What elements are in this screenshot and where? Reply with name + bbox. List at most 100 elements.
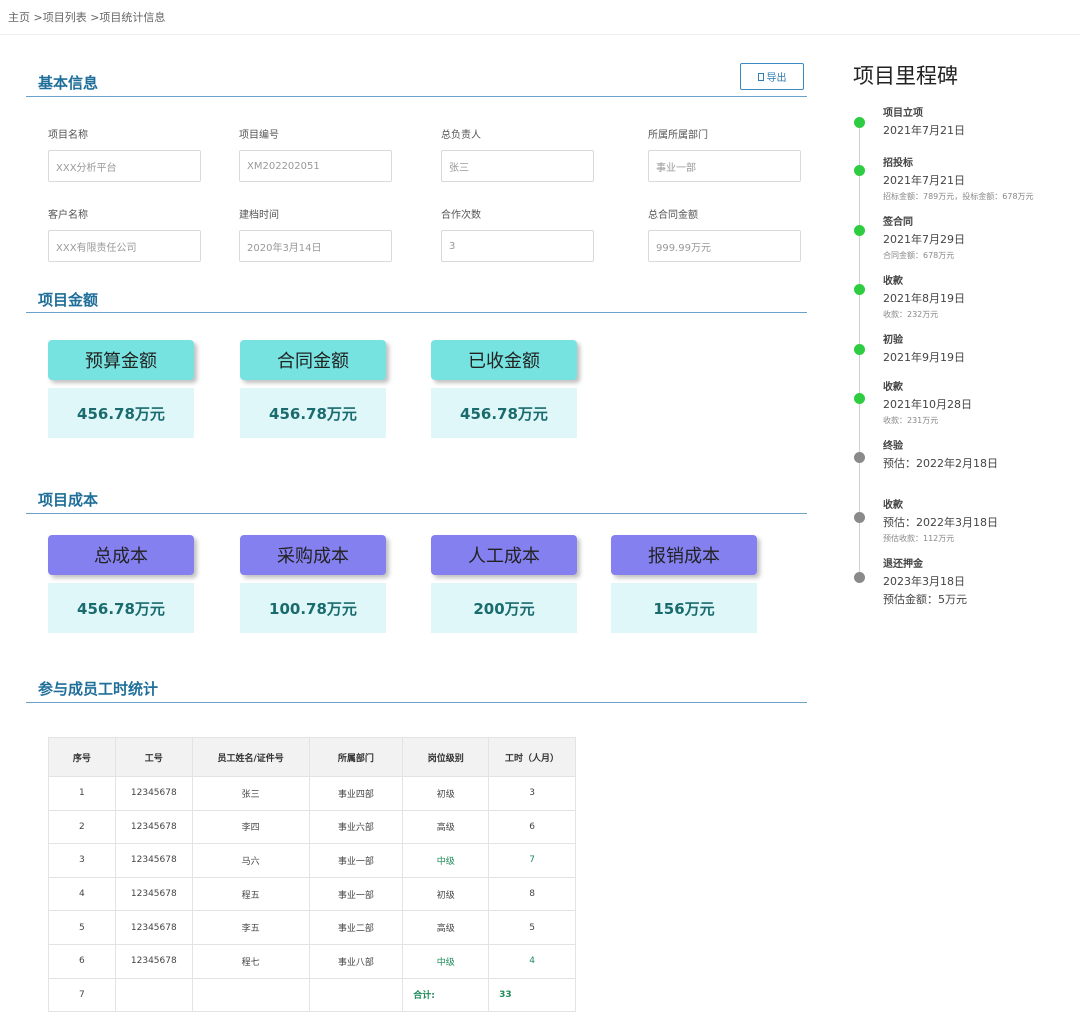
table-row[interactable]: 4 12345678 程五 事业一部 初级 8 (48, 876, 576, 912)
card-label: 报销成本 (611, 535, 757, 575)
cell: 12345678 (114, 910, 193, 945)
milestone-name: 退还押金 (883, 559, 923, 570)
cell: 7 (48, 977, 116, 1013)
milestone-name: 招投标 (883, 158, 913, 169)
cell: 程五 (191, 876, 310, 912)
cell: 事业六部 (308, 809, 404, 845)
milestones-title: 项目里程碑 (853, 64, 958, 88)
cell (114, 977, 193, 1013)
reimbursement-cost-card: 报销成本 156万元 (611, 535, 757, 633)
table-row[interactable]: 1 12345678 张三 事业四部 初级 3 (48, 776, 576, 811)
field-total-contract: 总合同金额 999.99万元 (648, 206, 801, 262)
col-header-department: 所属部门 (308, 737, 404, 777)
field-created-date: 建档时间 2020年3月14日 (239, 206, 392, 262)
milestone-date: 预估：2022年3月18日 (883, 516, 998, 529)
card-label: 采购成本 (240, 535, 386, 575)
owner-input[interactable]: 张三 (441, 150, 594, 182)
cell: 3 (48, 843, 116, 878)
table-row[interactable]: 6 12345678 程七 事业八部 中级 4 (48, 943, 576, 979)
amounts-divider (26, 312, 807, 313)
cell: 2 (48, 809, 116, 845)
field-label: 项目编号 (239, 130, 279, 141)
cell: 12345678 (114, 843, 193, 878)
export-icon (757, 72, 764, 81)
col-header-index: 序号 (48, 737, 116, 777)
field-label: 项目名称 (48, 130, 88, 141)
milestone-note: 合同金额：678万元 (883, 251, 955, 260)
milestone-note: 收款：231万元 (883, 416, 939, 425)
field-label: 总负责人 (441, 130, 481, 141)
field-label: 客户名称 (48, 210, 88, 221)
cooperation-count-input[interactable]: 3 (441, 230, 594, 262)
cell: 初级 (402, 876, 490, 912)
table-row[interactable]: 2 12345678 李四 事业六部 高级 6 (48, 809, 576, 845)
card-label: 总成本 (48, 535, 194, 575)
staff-title: 参与成员工时统计 (38, 680, 159, 698)
contract-amount-card: 合同金额 456.78万元 (240, 340, 386, 438)
cell: 12345678 (114, 809, 193, 845)
export-button[interactable]: 导出 (740, 63, 804, 90)
table-row[interactable]: 3 12345678 马六 事业一部 中级 7 (48, 843, 576, 878)
milestone-note: 收款：232万元 (883, 310, 939, 319)
cell: 12345678 (114, 943, 193, 979)
field-cooperation-count: 合作次数 3 (441, 206, 594, 262)
breadcrumb-list[interactable]: >项目列表 (34, 11, 87, 24)
card-label: 合同金额 (240, 340, 386, 380)
cell: 事业一部 (308, 876, 404, 912)
client-name-input[interactable]: XXX有限责任公司 (48, 230, 201, 262)
export-button-label: 导出 (766, 73, 787, 84)
cell: 高级 (402, 809, 490, 845)
milestone-note: 预估收款：112万元 (883, 534, 955, 543)
total-contract-input[interactable]: 999.99万元 (648, 230, 801, 262)
department-input[interactable]: 事业一部 (648, 150, 801, 182)
col-header-level: 岗位级别 (402, 737, 490, 777)
cell: 4 (488, 943, 576, 979)
breadcrumb-current: >项目统计信息 (90, 11, 166, 24)
labor-cost-card: 人工成本 200万元 (431, 535, 577, 633)
milestone-name: 终验 (883, 441, 903, 452)
milestone-done-dot-icon (854, 344, 865, 355)
card-value: 100.78万元 (240, 583, 386, 633)
breadcrumb-home[interactable]: 主页 (8, 11, 30, 24)
cell: 1 (48, 776, 116, 811)
cell: 事业二部 (308, 910, 404, 945)
table-total-row: 7 合计: 33 (48, 977, 576, 1013)
milestone-date: 2021年10月28日 (883, 398, 972, 411)
project-code-input[interactable]: XM202202051 (239, 150, 392, 182)
milestone-done-dot-icon (854, 393, 865, 404)
total-value: 33 (488, 977, 576, 1013)
card-value: 456.78万元 (48, 388, 194, 438)
staff-hours-table: 序号 工号 员工姓名/证件号 所属部门 岗位级别 工时（人月） 1 123456… (48, 737, 576, 1013)
cell: 6 (488, 809, 576, 845)
card-value: 456.78万元 (48, 583, 194, 633)
field-department: 所属所属部门 事业一部 (648, 126, 801, 182)
milestone-date: 2021年7月21日 (883, 174, 965, 187)
field-label: 所属所属部门 (648, 130, 708, 141)
milestone-name: 签合同 (883, 217, 913, 228)
basic-info-title: 基本信息 (38, 74, 99, 92)
cell: 8 (488, 876, 576, 912)
amounts-title: 项目金额 (38, 291, 99, 309)
milestone-date: 2021年7月29日 (883, 233, 965, 246)
project-name-input[interactable]: XXX分析平台 (48, 150, 201, 182)
purchase-cost-card: 采购成本 100.78万元 (240, 535, 386, 633)
cell: 张三 (191, 776, 310, 811)
field-label: 建档时间 (239, 210, 279, 221)
cell: 事业一部 (308, 843, 404, 878)
milestone-date: 预估：2022年2月18日 (883, 457, 998, 470)
created-date-input[interactable]: 2020年3月14日 (239, 230, 392, 262)
cell: 5 (48, 910, 116, 945)
cell: 李五 (191, 910, 310, 945)
col-header-name: 员工姓名/证件号 (191, 737, 310, 777)
header-divider (0, 34, 1080, 35)
cell: 12345678 (114, 776, 193, 811)
table-row[interactable]: 5 12345678 李五 事业二部 高级 5 (48, 910, 576, 945)
milestone-done-dot-icon (854, 225, 865, 236)
milestone-pending-dot-icon (854, 452, 865, 463)
milestone-name: 项目立项 (883, 108, 923, 119)
costs-divider (26, 513, 807, 514)
col-header-hours: 工时（人月） (488, 737, 576, 777)
staff-divider (26, 702, 807, 703)
milestone-done-dot-icon (854, 165, 865, 176)
card-label: 人工成本 (431, 535, 577, 575)
